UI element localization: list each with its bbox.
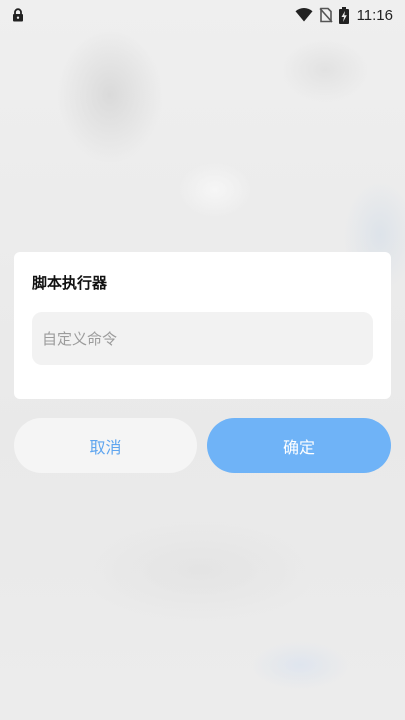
lock-icon [12,8,24,22]
wifi-icon [295,8,313,22]
status-bar: 11:16 [0,0,405,30]
clock-time: 11:16 [356,6,393,24]
script-executor-dialog: 脚本执行器 [14,252,391,399]
battery-charging-icon [338,6,349,24]
confirm-button[interactable]: 确定 [207,418,391,473]
no-sim-icon [318,7,333,23]
cancel-button[interactable]: 取消 [14,418,197,473]
custom-command-input[interactable] [32,312,373,365]
dialog-title: 脚本执行器 [32,275,108,292]
